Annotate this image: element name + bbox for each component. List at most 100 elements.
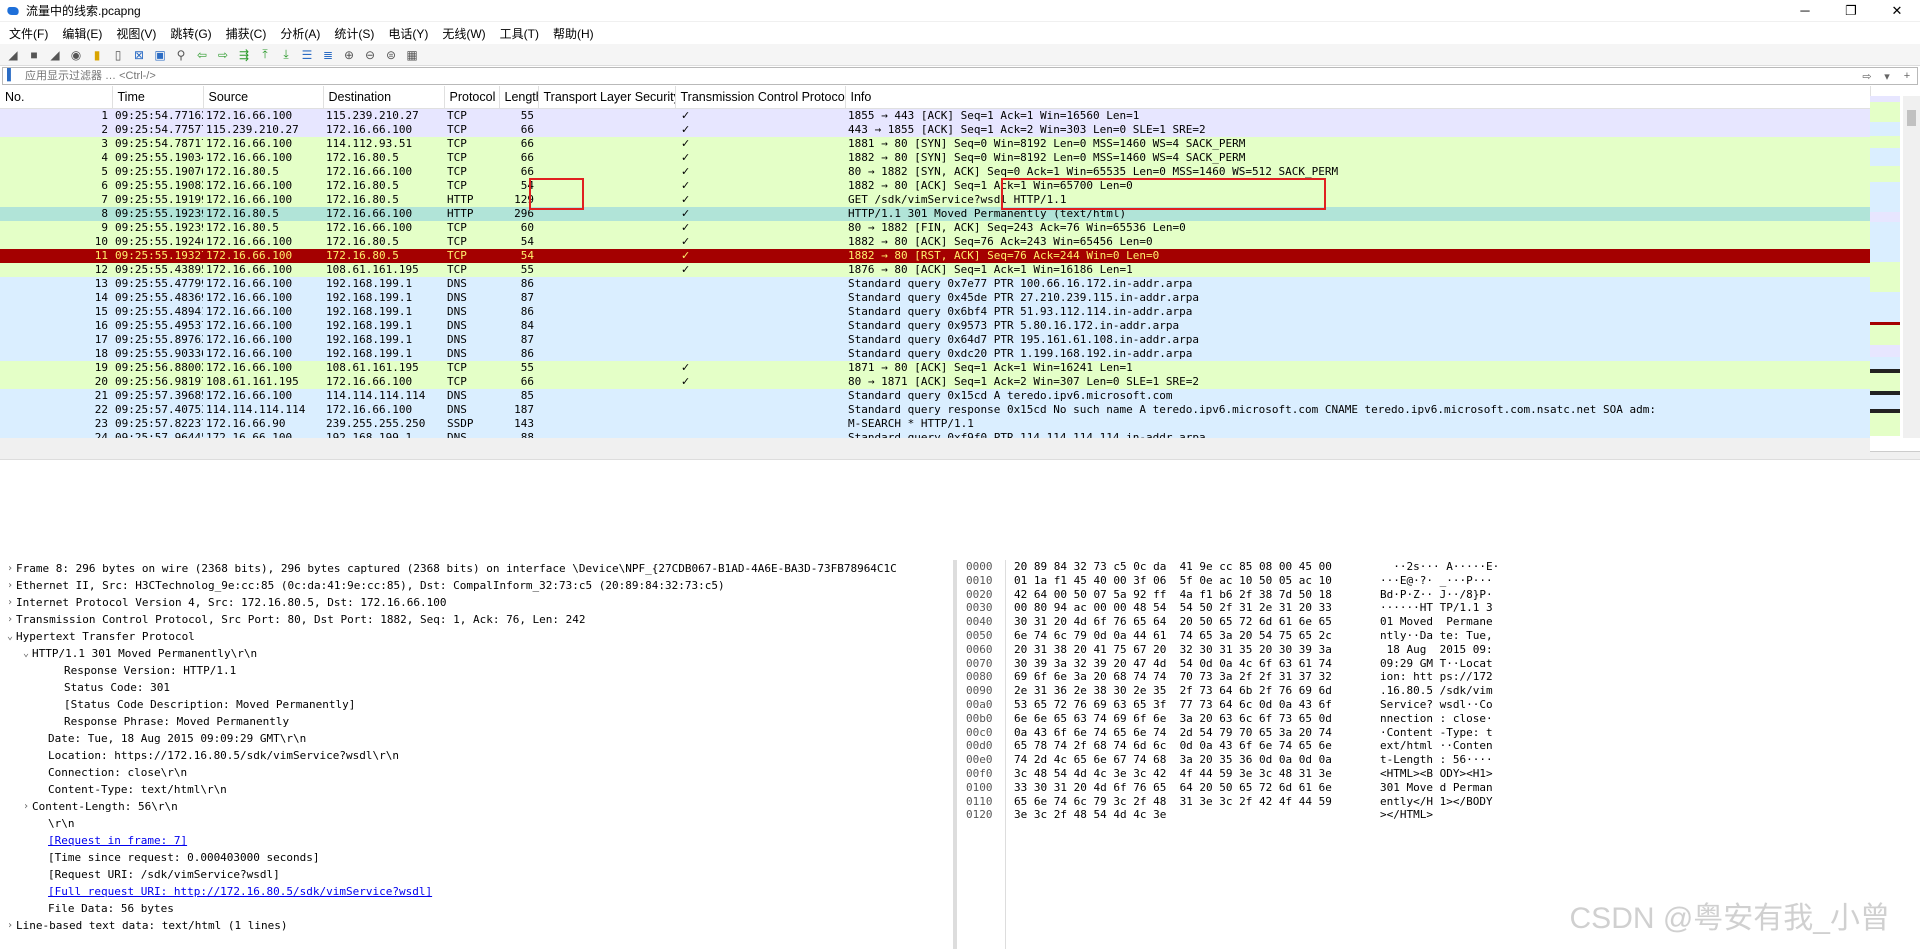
detail-tree-item[interactable]: › Content-Length: 56\r\n	[0, 798, 953, 815]
packet-row[interactable]: 1109:25:55.193270172.16.66.100172.16.80.…	[0, 248, 1870, 263]
stop-capture-icon[interactable]: ■	[25, 46, 43, 64]
column-protocol[interactable]: Protocol	[444, 86, 500, 109]
detail-tree-item[interactable]: › Transmission Control Protocol, Src Port…	[0, 611, 953, 628]
autoscroll-icon[interactable]: ☰	[298, 46, 316, 64]
apply-filter-icon[interactable]: ⇨	[1857, 68, 1877, 84]
packet-row[interactable]: 2109:25:57.396851172.16.66.100114.114.11…	[0, 388, 1870, 403]
packet-row[interactable]: 1809:25:55.903366172.16.66.100192.168.19…	[0, 346, 1870, 361]
column-no[interactable]: No.	[0, 86, 113, 109]
detail-tree-item[interactable]: › Ethernet II, Src: H3CTechnolog_9e:cc:85…	[0, 577, 953, 594]
menu-telephony[interactable]: 电话(Y)	[381, 25, 435, 42]
packet-row[interactable]: 2309:25:57.822374172.16.66.90239.255.255…	[0, 416, 1870, 431]
file-icon[interactable]: ▯	[109, 46, 127, 64]
detail-link[interactable]: [Full request URI: http://172.16.80.5/sd…	[48, 883, 432, 900]
expand-arrow-icon[interactable]: ⌄	[20, 645, 32, 662]
go-to-packet-icon[interactable]: ⇶	[235, 46, 253, 64]
detail-link[interactable]: [Request in frame: 7]	[48, 832, 187, 849]
detail-tree-item[interactable]: ⌄ HTTP/1.1 301 Moved Permanently\r\n	[0, 645, 953, 662]
expand-arrow-icon[interactable]: ›	[4, 577, 16, 594]
detail-tree-item[interactable]: [Status Code Description: Moved Permanen…	[0, 696, 953, 713]
packet-row[interactable]: 2009:25:56.981979108.61.161.195172.16.66…	[0, 374, 1870, 389]
menu-view[interactable]: 视图(V)	[109, 25, 163, 42]
detail-tree-item[interactable]: [Request in frame: 7]	[0, 832, 953, 849]
expand-arrow-icon[interactable]: ›	[4, 594, 16, 611]
maximize-button[interactable]: ❐	[1828, 0, 1874, 22]
packet-row[interactable]: 1209:25:55.438952172.16.66.100108.61.161…	[0, 262, 1870, 277]
zoom-reset-icon[interactable]: ⊜	[382, 46, 400, 64]
hex-ascii[interactable]: ··2s··· A·····E· ···E@·?· _···P··· Bd·P·Z·…	[1372, 560, 1499, 949]
packet-row[interactable]: 1609:25:55.495374172.16.66.100192.168.19…	[0, 318, 1870, 333]
restart-capture-icon[interactable]: ◢	[46, 46, 64, 64]
detail-tree-item[interactable]: [Request URI: /sdk/vimService?wsdl]	[0, 866, 953, 883]
packet-row[interactable]: 2209:25:57.407539114.114.114.114172.16.6…	[0, 402, 1870, 417]
go-forward-icon[interactable]: ⇨	[214, 46, 232, 64]
column-tcp[interactable]: Transmission Control Protocol	[675, 86, 846, 109]
detail-tree-item[interactable]: [Time since request: 0.000403000 seconds…	[0, 849, 953, 866]
column-length[interactable]: Length	[499, 86, 539, 109]
packet-row[interactable]: 1909:25:56.880021172.16.66.100108.61.161…	[0, 360, 1870, 375]
packet-minimap[interactable]	[1870, 96, 1900, 436]
packet-row[interactable]: 909:25:55.192394172.16.80.5172.16.66.100…	[0, 220, 1870, 235]
detail-tree-item[interactable]: [Full request URI: http://172.16.80.5/sd…	[0, 883, 953, 900]
detail-tree-item[interactable]: Location: https://172.16.80.5/sdk/vimSer…	[0, 747, 953, 764]
close-button[interactable]: ✕	[1874, 0, 1920, 22]
start-capture-icon[interactable]: ◢	[4, 46, 22, 64]
zoom-out-icon[interactable]: ⊖	[361, 46, 379, 64]
packet-row[interactable]: 409:25:55.190349172.16.66.100172.16.80.5…	[0, 150, 1870, 165]
menu-wireless[interactable]: 无线(W)	[435, 25, 492, 42]
packet-row[interactable]: 1009:25:55.192466172.16.66.100172.16.80.…	[0, 234, 1870, 249]
column-destination[interactable]: Destination	[323, 86, 445, 109]
column-time[interactable]: Time	[112, 86, 204, 109]
expand-arrow-icon[interactable]: ⌄	[4, 628, 16, 645]
packet-list-hscrollbar[interactable]	[0, 438, 1870, 452]
detail-tree-item[interactable]: Response Version: HTTP/1.1	[0, 662, 953, 679]
zoom-in-icon[interactable]: ⊕	[340, 46, 358, 64]
menu-statistics[interactable]: 统计(S)	[327, 25, 381, 42]
column-info[interactable]: Info	[845, 86, 1871, 109]
bookmark-icon[interactable]: ▌	[7, 69, 21, 83]
display-filter-input[interactable]	[25, 70, 1857, 82]
capture-options-icon[interactable]: ◉	[67, 46, 85, 64]
column-source[interactable]: Source	[203, 86, 324, 109]
menu-edit[interactable]: 编辑(E)	[55, 25, 109, 42]
packet-row[interactable]: 209:25:54.775770115.239.210.27172.16.66.…	[0, 122, 1870, 137]
menu-go[interactable]: 跳转(G)	[163, 25, 218, 42]
filter-dropdown-icon[interactable]: ▾	[1877, 68, 1897, 84]
packet-row[interactable]: 509:25:55.190761172.16.80.5172.16.66.100…	[0, 164, 1870, 179]
hex-bytes[interactable]: 20 89 84 32 73 c5 0c da 41 9e cc 85 08 0…	[1006, 560, 1372, 949]
expand-arrow-icon[interactable]: ›	[20, 798, 32, 815]
menu-analyze[interactable]: 分析(A)	[273, 25, 327, 42]
detail-tree-item[interactable]: File Data: 56 bytes	[0, 900, 953, 917]
last-packet-icon[interactable]: ⤓	[277, 46, 295, 64]
detail-tree-item[interactable]: › Internet Protocol Version 4, Src: 172.1…	[0, 594, 953, 611]
detail-tree-item[interactable]: Connection: close\r\n	[0, 764, 953, 781]
packet-row[interactable]: 1509:25:55.489417172.16.66.100192.168.19…	[0, 304, 1870, 319]
packet-row[interactable]: 809:25:55.192394172.16.80.5172.16.66.100…	[0, 206, 1870, 221]
expand-arrow-icon[interactable]: ›	[4, 917, 16, 934]
packet-row[interactable]: 1309:25:55.477997172.16.66.100192.168.19…	[0, 276, 1870, 291]
detail-tree-item[interactable]: Status Code: 301	[0, 679, 953, 696]
packet-list-vscrollbar[interactable]	[1903, 96, 1920, 438]
find-packet-icon[interactable]: ⚲	[172, 46, 190, 64]
packet-row[interactable]: 309:25:54.787175172.16.66.100114.112.93.…	[0, 136, 1870, 151]
minimize-button[interactable]: ─	[1782, 0, 1828, 22]
expand-arrow-icon[interactable]: ›	[4, 611, 16, 628]
menu-help[interactable]: 帮助(H)	[546, 25, 601, 42]
resize-columns-icon[interactable]: ▦	[403, 46, 421, 64]
save-file-icon[interactable]: ▣	[151, 46, 169, 64]
packet-row[interactable]: 1409:25:55.483697172.16.66.100192.168.19…	[0, 290, 1870, 305]
add-filter-button[interactable]: +	[1897, 68, 1917, 84]
menu-capture[interactable]: 捕获(C)	[219, 25, 274, 42]
open-file-icon[interactable]: ▮	[88, 46, 106, 64]
column-tls[interactable]: Transport Layer Security	[538, 86, 676, 109]
detail-tree-item[interactable]: › Frame 8: 296 bytes on wire (2368 bits),…	[0, 560, 953, 577]
menu-file[interactable]: 文件(F)	[2, 25, 55, 42]
detail-tree-item[interactable]: Response Phrase: Moved Permanently	[0, 713, 953, 730]
colorize-icon[interactable]: ≣	[319, 46, 337, 64]
packet-row[interactable]: 609:25:55.190825172.16.66.100172.16.80.5…	[0, 178, 1870, 193]
detail-tree-item[interactable]: Date: Tue, 18 Aug 2015 09:09:29 GMT\r\n	[0, 730, 953, 747]
pane-splitter[interactable]	[0, 452, 1920, 460]
detail-tree-item[interactable]: Content-Type: text/html\r\n	[0, 781, 953, 798]
packet-row[interactable]: 1709:25:55.897633172.16.66.100192.168.19…	[0, 332, 1870, 347]
packet-row[interactable]: 109:25:54.771628172.16.66.100115.239.210…	[0, 108, 1870, 123]
